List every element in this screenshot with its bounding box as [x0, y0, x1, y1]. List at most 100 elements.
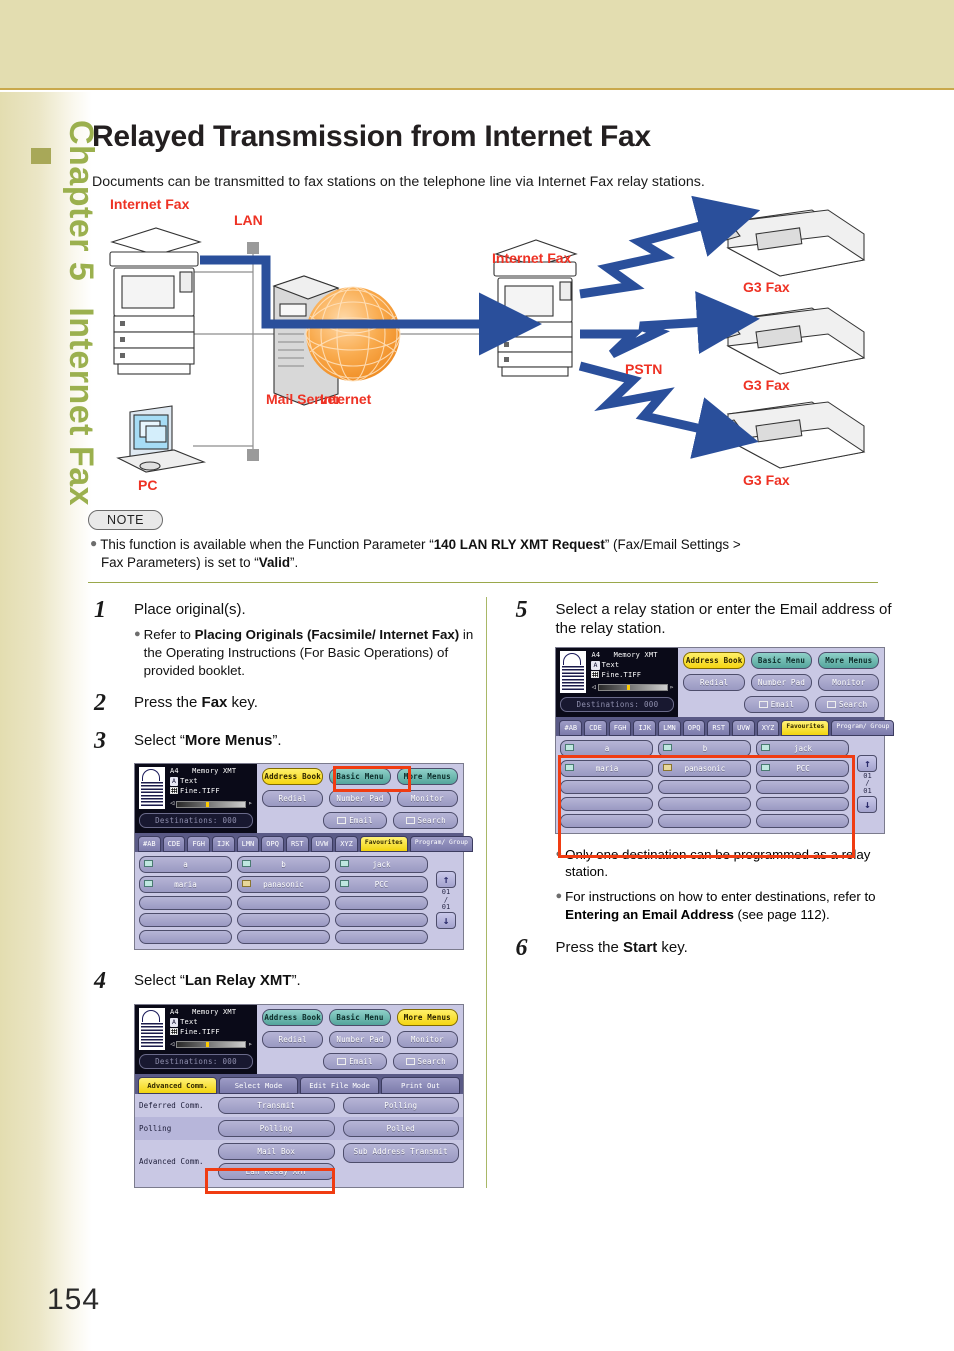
key-email[interactable]: Email	[322, 812, 388, 830]
mode-tab-advanced-comm[interactable]: Advanced Comm.	[138, 1076, 217, 1094]
address-cell[interactable]	[756, 796, 850, 811]
address-tab-program-group[interactable]: Program/ Group	[831, 719, 895, 736]
address-tab-ab[interactable]: #AB	[559, 719, 583, 736]
address-tab-ijk[interactable]: IJK	[633, 719, 657, 736]
address-tab-ijk[interactable]: IJK	[211, 836, 235, 853]
key-email[interactable]: Email	[744, 695, 809, 713]
address-cell[interactable]: maria	[139, 876, 232, 894]
address-cell[interactable]	[139, 896, 232, 911]
address-tab-xyz[interactable]: XYZ	[335, 836, 358, 853]
key-transmit[interactable]: Transmit	[218, 1096, 335, 1114]
contrast-slider[interactable]: ◁ ▹	[170, 1040, 253, 1050]
key-basic-menu[interactable]: Basic Menu	[750, 651, 813, 669]
key-address-book[interactable]: Address Book	[683, 651, 745, 669]
address-tab-opq[interactable]: OPQ	[682, 719, 706, 736]
address-cell[interactable]: panasonic	[658, 759, 752, 777]
key-redial[interactable]: Redial	[262, 790, 324, 808]
key-search[interactable]: Search	[814, 695, 880, 713]
address-cell[interactable]	[237, 930, 330, 945]
note-line2-a: Fax Parameters) is set to “	[101, 554, 259, 570]
address-cell[interactable]	[756, 779, 850, 794]
address-cell[interactable]	[560, 779, 654, 794]
address-cell[interactable]: a	[139, 856, 232, 874]
address-tab-uvw[interactable]: UVW	[310, 836, 334, 853]
address-cell[interactable]	[658, 796, 752, 811]
key-search-label: Search	[417, 1056, 446, 1066]
key-address-book[interactable]: Address Book	[262, 1008, 324, 1026]
group-icon	[663, 763, 673, 771]
key-more-menus[interactable]: More Menus	[396, 768, 458, 786]
address-tab-xyz[interactable]: XYZ	[756, 719, 780, 736]
contrast-slider[interactable]: ◁ ▹	[591, 683, 674, 693]
key-number-pad[interactable]: Number Pad	[750, 673, 813, 691]
address-tab-cde[interactable]: CDE	[162, 836, 186, 853]
step-3: 3 Select “More Menus”.	[88, 728, 486, 756]
address-cell[interactable]	[335, 896, 428, 911]
scroll-up-icon[interactable]: ↑	[857, 754, 878, 772]
key-more-menus[interactable]: More Menus	[396, 1008, 458, 1026]
key-monitor[interactable]: Monitor	[396, 790, 458, 808]
address-tab-lmn[interactable]: LMN	[658, 719, 681, 736]
address-cell[interactable]: a	[560, 739, 654, 757]
address-cell[interactable]: b	[237, 856, 330, 874]
lcd-key-panel: Address Book Basic Menu More Menus Redia…	[257, 1004, 463, 1074]
contrast-slider[interactable]: ◁ ▹	[170, 799, 253, 809]
key-address-book[interactable]: Address Book	[262, 768, 324, 786]
address-tab-cde[interactable]: CDE	[584, 719, 607, 736]
mode-row-label: Polling	[139, 1123, 172, 1133]
address-tab-fgh[interactable]: FGH	[187, 836, 210, 853]
address-tab-lmn[interactable]: LMN	[236, 836, 260, 853]
key-mail-box[interactable]: Mail Box	[218, 1142, 335, 1160]
scroll-up-icon[interactable]: ↑	[436, 871, 456, 889]
key-sub-address-transmit[interactable]: Sub Address Transmit	[342, 1142, 459, 1163]
key-number-pad[interactable]: Number Pad	[329, 790, 391, 808]
key-monitor[interactable]: Monitor	[818, 673, 880, 691]
address-cell[interactable]: PCC	[335, 876, 428, 894]
address-cell[interactable]	[335, 913, 428, 928]
mode-tab-print-out[interactable]: Print Out	[381, 1076, 460, 1094]
key-polling[interactable]: Polling	[218, 1119, 335, 1137]
address-cell[interactable]	[658, 779, 752, 794]
address-cell[interactable]	[335, 930, 428, 945]
key-email[interactable]: Email	[322, 1052, 388, 1070]
scroll-down-icon[interactable]: ↓	[436, 912, 456, 930]
address-cell[interactable]	[139, 913, 232, 928]
address-tab-program-group[interactable]: Program/ Group	[409, 836, 473, 853]
key-polling-deferred[interactable]: Polling	[342, 1096, 459, 1114]
address-tab-favourites[interactable]: Favourites	[359, 836, 408, 853]
address-cell[interactable]	[237, 896, 330, 911]
scroll-down-icon[interactable]: ↓	[857, 796, 878, 814]
key-number-pad[interactable]: Number Pad	[329, 1030, 391, 1048]
address-tab-favourites[interactable]: Favourites	[781, 719, 830, 736]
address-tab-fgh[interactable]: FGH	[608, 719, 632, 736]
key-lan-relay-xmt[interactable]: Lan Relay XMT	[218, 1162, 335, 1180]
mode-tab-edit-file-mode[interactable]: Edit File Mode	[300, 1076, 379, 1094]
key-more-menus[interactable]: More Menus	[818, 651, 880, 669]
address-cell[interactable]	[560, 796, 654, 811]
address-tab-rst[interactable]: RST	[707, 719, 731, 736]
address-cell[interactable]	[560, 813, 654, 828]
address-cell[interactable]: b	[658, 739, 752, 757]
address-cell[interactable]	[237, 913, 330, 928]
key-search[interactable]: Search	[393, 1052, 458, 1070]
key-basic-menu[interactable]: Basic Menu	[329, 768, 391, 786]
address-tab-ab[interactable]: #AB	[138, 836, 161, 853]
address-tab-uvw[interactable]: UVW	[732, 719, 755, 736]
key-monitor[interactable]: Monitor	[396, 1030, 458, 1048]
key-polled[interactable]: Polled	[342, 1119, 459, 1137]
address-cell[interactable]: panasonic	[237, 876, 330, 894]
mode-tab-select-mode[interactable]: Select Mode	[219, 1076, 298, 1094]
key-search[interactable]: Search	[393, 812, 458, 830]
address-cell[interactable]: maria	[560, 759, 654, 777]
key-redial[interactable]: Redial	[262, 1030, 324, 1048]
address-cell[interactable]	[658, 813, 752, 828]
address-tab-rst[interactable]: RST	[285, 836, 309, 853]
address-tab-opq[interactable]: OPQ	[261, 836, 284, 853]
address-cell[interactable]: jack	[756, 739, 850, 757]
key-basic-menu[interactable]: Basic Menu	[329, 1008, 391, 1026]
address-cell[interactable]: jack	[335, 856, 428, 874]
key-redial[interactable]: Redial	[683, 673, 745, 691]
address-cell[interactable]	[756, 813, 850, 828]
address-cell[interactable]: PCC	[756, 759, 850, 777]
address-cell[interactable]	[139, 930, 232, 945]
